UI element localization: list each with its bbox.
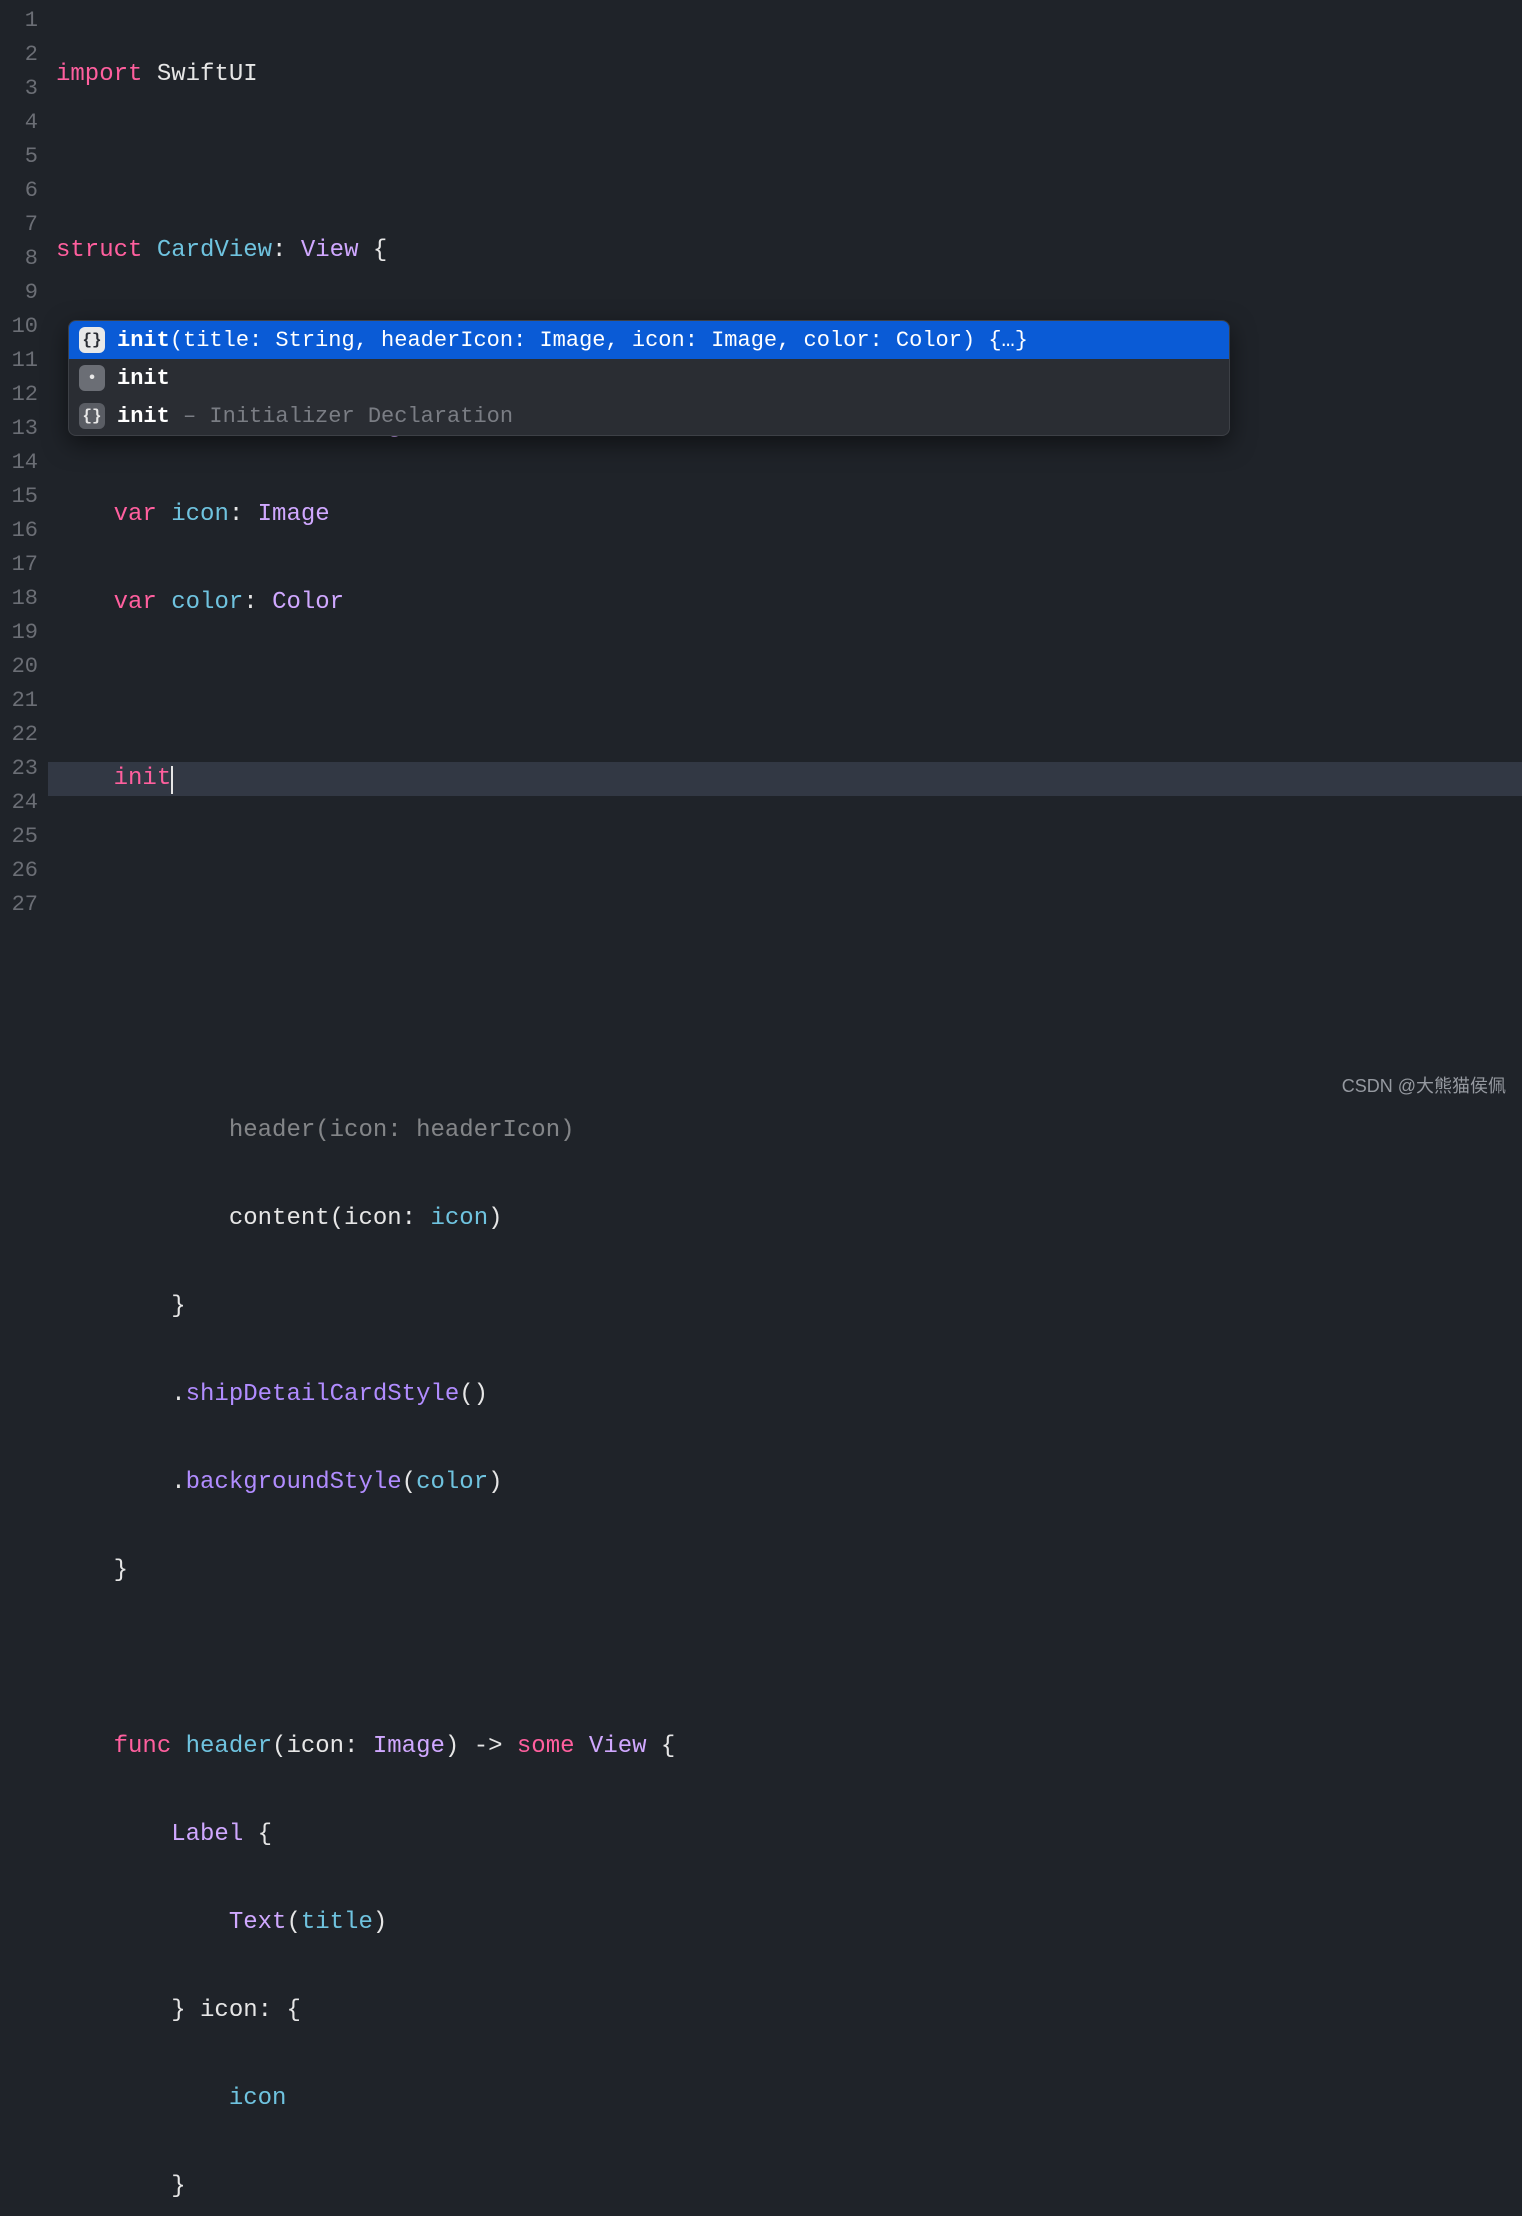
line-number: 12 <box>0 378 48 412</box>
line-number: 6 <box>0 174 48 208</box>
line-number: 21 <box>0 684 48 718</box>
line-number: 26 <box>0 854 48 888</box>
code-line[interactable]: } <box>56 2170 1522 2204</box>
autocomplete-label: init(title: String, headerIcon: Image, i… <box>117 328 1028 353</box>
autocomplete-label: init – Initializer Declaration <box>117 404 513 429</box>
code-line[interactable] <box>56 1026 1522 1060</box>
line-number: 20 <box>0 650 48 684</box>
code-line[interactable]: Text(title) <box>56 1906 1522 1940</box>
code-line[interactable]: } <box>56 1554 1522 1588</box>
code-line[interactable]: import SwiftUI <box>56 58 1522 92</box>
code-line[interactable]: content(icon: icon) <box>56 1202 1522 1236</box>
line-number: 14 <box>0 446 48 480</box>
line-number: 4 <box>0 106 48 140</box>
line-number: 13 <box>0 412 48 446</box>
line-number: 9 <box>0 276 48 310</box>
line-number: 19 <box>0 616 48 650</box>
code-line[interactable]: func header(icon: Image) -> some View { <box>56 1730 1522 1764</box>
code-line[interactable]: var color: Color <box>56 586 1522 620</box>
code-line[interactable]: } icon: { <box>56 1994 1522 2028</box>
line-number: 2 <box>0 38 48 72</box>
code-line[interactable] <box>56 146 1522 180</box>
code-area[interactable]: import SwiftUI struct CardView: View { v… <box>48 0 1522 1108</box>
autocomplete-label: init <box>117 366 170 391</box>
line-number: 1 <box>0 4 48 38</box>
text-cursor <box>171 766 173 794</box>
code-line[interactable] <box>56 938 1522 972</box>
code-line[interactable]: struct CardView: View { <box>56 234 1522 268</box>
code-editor[interactable]: 1 2 3 4 5 6 7 8 9 10 11 12 13 14 15 16 1… <box>0 0 1522 1108</box>
line-gutter: 1 2 3 4 5 6 7 8 9 10 11 12 13 14 15 16 1… <box>0 0 48 1108</box>
line-number: 15 <box>0 480 48 514</box>
line-number: 25 <box>0 820 48 854</box>
autocomplete-popup[interactable]: {} init(title: String, headerIcon: Image… <box>68 320 1230 436</box>
line-number: 16 <box>0 514 48 548</box>
code-line[interactable]: } <box>56 1290 1522 1324</box>
braces-icon: {} <box>79 327 105 353</box>
code-line-active[interactable]: init <box>48 762 1522 796</box>
line-number: 23 <box>0 752 48 786</box>
line-number: 3 <box>0 72 48 106</box>
line-number: 17 <box>0 548 48 582</box>
autocomplete-item-selected[interactable]: {} init(title: String, headerIcon: Image… <box>69 321 1229 359</box>
autocomplete-item[interactable]: • init <box>69 359 1229 397</box>
line-number: 27 <box>0 888 48 922</box>
code-line[interactable]: .shipDetailCardStyle() <box>56 1378 1522 1412</box>
dot-icon: • <box>79 365 105 391</box>
braces-icon: {} <box>79 403 105 429</box>
code-line[interactable]: Label { <box>56 1818 1522 1852</box>
line-number: 18 <box>0 582 48 616</box>
line-number: 10 <box>0 310 48 344</box>
code-line[interactable]: var icon: Image <box>56 498 1522 532</box>
code-line[interactable]: header(icon: headerIcon) <box>56 1114 1522 1148</box>
code-line[interactable]: icon <box>56 2082 1522 2116</box>
line-number: 22 <box>0 718 48 752</box>
line-number: 5 <box>0 140 48 174</box>
line-number: 11 <box>0 344 48 378</box>
code-line[interactable] <box>56 850 1522 884</box>
autocomplete-item[interactable]: {} init – Initializer Declaration <box>69 397 1229 435</box>
line-number: 7 <box>0 208 48 242</box>
code-line[interactable] <box>56 1642 1522 1676</box>
line-number: 8 <box>0 242 48 276</box>
code-line[interactable] <box>56 674 1522 708</box>
code-line[interactable]: .backgroundStyle(color) <box>56 1466 1522 1500</box>
line-number: 24 <box>0 786 48 820</box>
watermark: CSDN @大熊猫侯佩 <box>1342 1072 1506 1098</box>
